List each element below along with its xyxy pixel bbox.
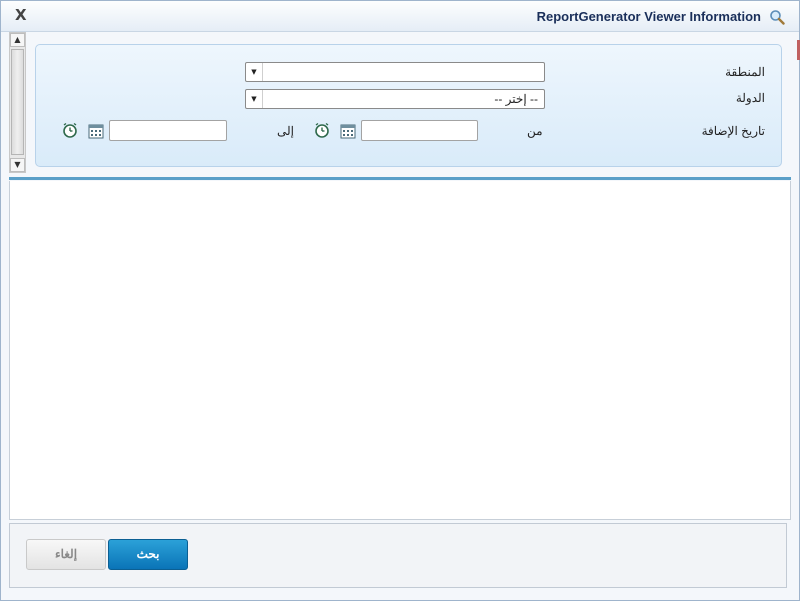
magnifier-icon xyxy=(770,10,785,25)
clock-icon[interactable] xyxy=(314,122,330,138)
scroll-thumb[interactable] xyxy=(11,49,24,155)
cancel-button[interactable]: إلغاء xyxy=(26,539,106,570)
window-title: ReportGenerator Viewer Information xyxy=(536,9,761,24)
report-viewer-dialog: X ReportGenerator Viewer Information ▲ ▼… xyxy=(0,0,800,601)
footer-bar: بحث إلغاء xyxy=(9,523,787,588)
scroll-up-icon[interactable]: ▲ xyxy=(10,33,25,47)
from-date-input[interactable] xyxy=(361,120,478,141)
search-button[interactable]: بحث xyxy=(108,539,188,570)
region-label: المنطقة xyxy=(725,65,765,79)
chevron-down-icon[interactable]: ▼ xyxy=(246,90,263,108)
calendar-icon[interactable] xyxy=(340,123,356,139)
title-bar: X ReportGenerator Viewer Information xyxy=(1,1,799,32)
results-area xyxy=(9,181,791,520)
calendar-icon[interactable] xyxy=(88,123,104,139)
filter-panel: المنطقة ▼ الدولة ▼ -- إختر -- تاريخ الإض… xyxy=(35,44,782,167)
country-select-value: -- إختر -- xyxy=(494,92,538,106)
filter-scrollbar[interactable]: ▲ ▼ xyxy=(9,32,26,173)
country-label: الدولة xyxy=(735,91,765,105)
from-label: من xyxy=(527,124,543,138)
country-select[interactable]: ▼ -- إختر -- xyxy=(245,89,545,109)
to-label: إلى xyxy=(277,124,294,138)
to-date-input[interactable] xyxy=(109,120,227,141)
date-added-label: تاريخ الإضافة xyxy=(701,124,765,138)
close-icon[interactable]: X xyxy=(15,6,27,24)
section-divider xyxy=(9,177,791,180)
chevron-down-icon[interactable]: ▼ xyxy=(246,63,263,81)
clock-icon[interactable] xyxy=(62,122,78,138)
scroll-down-icon[interactable]: ▼ xyxy=(10,158,25,172)
region-select[interactable]: ▼ xyxy=(245,62,545,82)
